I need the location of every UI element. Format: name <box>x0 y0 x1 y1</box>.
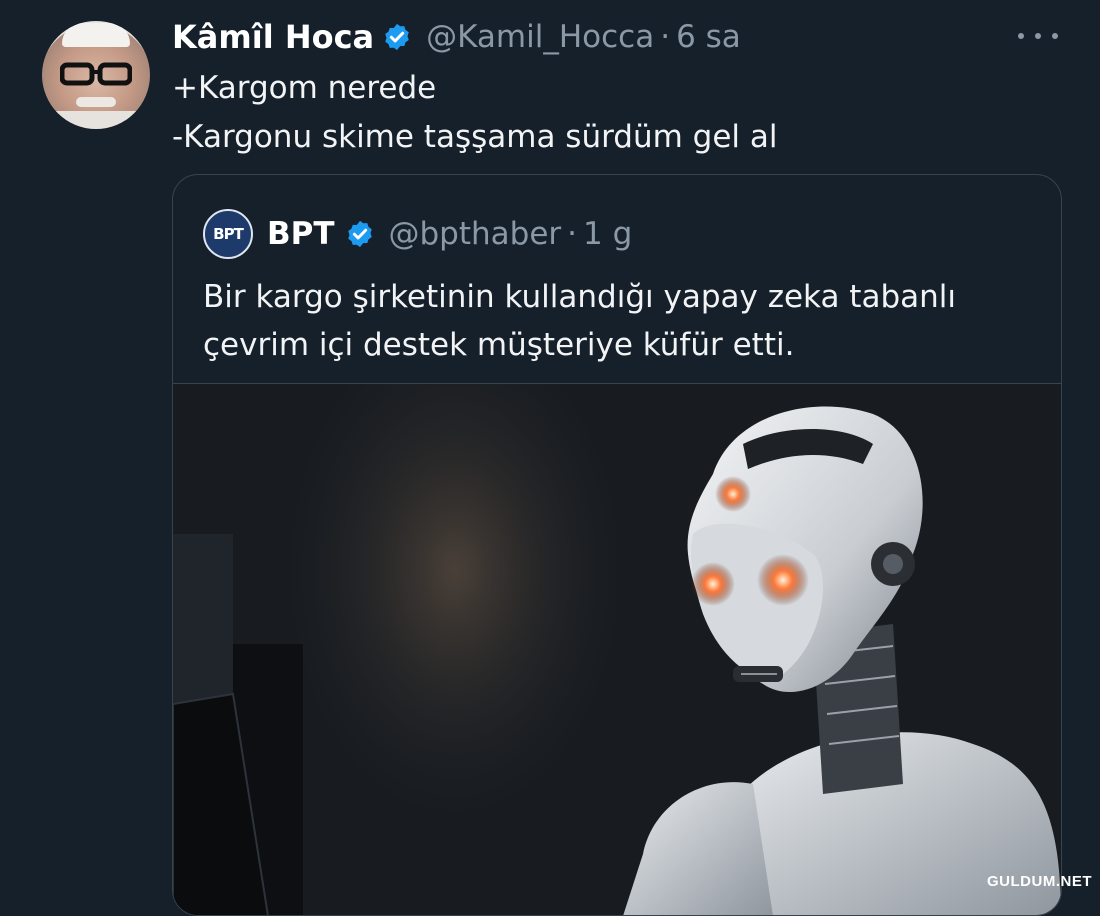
timestamp[interactable]: 6 sa <box>676 19 741 55</box>
handle[interactable]: @Kamil_Hocca <box>426 19 654 55</box>
quoted-avatar[interactable]: BPT <box>203 209 253 259</box>
avatar-cap <box>62 23 130 47</box>
quoted-timestamp[interactable]: 1 g <box>583 216 632 252</box>
quoted-tweet-text: Bir kargo şirketinin kullandığı yapay ze… <box>203 273 956 369</box>
display-name[interactable]: Kâmîl Hoca <box>172 18 374 56</box>
more-dot <box>1035 33 1041 39</box>
quoted-tweet-line: Bir kargo şirketinin kullandığı yapay ze… <box>203 279 957 315</box>
separator-dot: · <box>567 216 578 252</box>
robot-illustration <box>173 384 1061 915</box>
quoted-media-image[interactable] <box>173 383 1061 915</box>
more-dot <box>1052 33 1058 39</box>
quoted-display-name[interactable]: BPT <box>267 216 335 252</box>
quoted-tweet-header: BPT BPT @bpthaber · 1 g <box>203 209 632 259</box>
verified-badge-icon <box>385 23 409 51</box>
tweet-line: +Kargom nerede <box>172 70 437 106</box>
more-horizontal-icon[interactable] <box>1018 26 1058 46</box>
quoted-tweet-card[interactable]: BPT BPT @bpthaber · 1 g Bir kargo şirket… <box>172 174 1062 916</box>
quoted-tweet-line: çevrim içi destek müşteriye küfür etti. <box>203 327 795 363</box>
avatar-glasses <box>60 62 132 86</box>
more-dot <box>1018 33 1024 39</box>
verified-badge-icon <box>347 220 372 248</box>
watermark: GULDUM.NET <box>987 873 1092 890</box>
avatar[interactable] <box>42 21 150 129</box>
tweet-text: +Kargom nerede -Kargonu skime taşşama sü… <box>172 64 778 162</box>
avatar-mustache <box>76 97 116 107</box>
tweet-line: -Kargonu skime taşşama sürdüm gel al <box>172 119 778 155</box>
tweet-header: Kâmîl Hoca @Kamil_Hocca · 6 sa <box>172 14 741 60</box>
separator-dot: · <box>660 19 671 55</box>
avatar-shirt <box>42 111 150 129</box>
quoted-handle[interactable]: @bpthaber <box>389 216 562 252</box>
